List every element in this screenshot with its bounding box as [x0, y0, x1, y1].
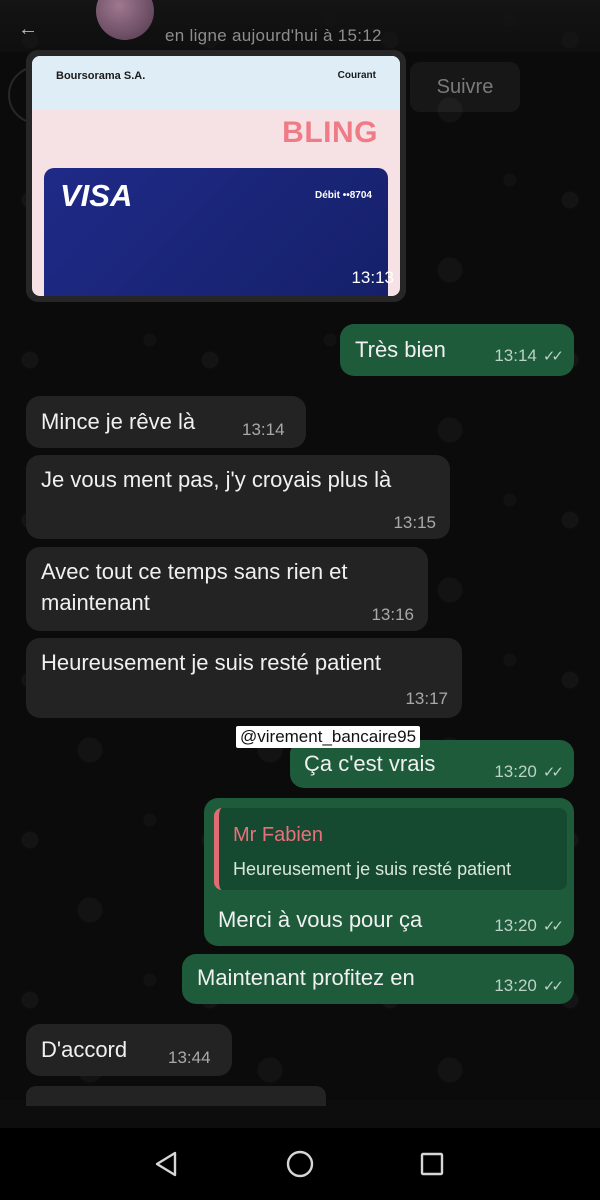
avatar[interactable] — [96, 0, 154, 40]
back-icon[interactable] — [148, 1146, 184, 1182]
account-type: Courant — [337, 70, 376, 81]
back-arrow-icon[interactable]: ← — [18, 18, 38, 41]
time-label: 13:20 — [494, 976, 537, 995]
message-outgoing-reply[interactable]: Mr Fabien Heureusement je suis resté pat… — [204, 798, 574, 946]
visa-logo: VISA — [60, 178, 133, 213]
message-time: 13:13 — [351, 268, 394, 287]
message-time: 13:44 — [168, 1048, 211, 1067]
message-time: 13:14 ✓✓ — [494, 346, 564, 367]
message-text: Merci à vous pour ça — [218, 907, 423, 932]
quoted-author: Mr Fabien — [233, 824, 324, 846]
message-incoming-partial[interactable] — [26, 1086, 326, 1106]
message-text: Maintenant profitez en — [197, 965, 415, 990]
time-label: 13:20 — [494, 916, 537, 935]
message-text: Ça c'est vrais — [304, 751, 436, 776]
read-ticks-icon: ✓✓ — [542, 918, 564, 935]
contact-status: en ligne aujourd'hui à 15:12 — [165, 26, 382, 45]
time-label: 13:20 — [494, 762, 537, 781]
recents-icon[interactable] — [414, 1146, 450, 1182]
home-icon[interactable] — [282, 1146, 318, 1182]
message-text: Heureusement je suis resté patient — [41, 650, 381, 675]
message-text: Très bien — [355, 337, 446, 362]
message-time: 13:14 — [242, 420, 285, 439]
quoted-text: Heureusement je suis resté patient — [233, 859, 512, 879]
chat-header: ← en ligne aujourd'hui à 15:12 — [0, 0, 600, 52]
image-message[interactable]: Boursorama S.A. Courant BLING VISA Débit… — [26, 50, 406, 302]
read-ticks-icon: ✓✓ — [542, 348, 564, 365]
message-time: 13:20 ✓✓ — [494, 916, 564, 937]
message-time: 13:17 — [405, 689, 448, 708]
visa-card: VISA Débit ••8704 — [44, 168, 388, 296]
message-incoming[interactable]: D'accord 13:44 — [26, 1024, 232, 1076]
read-ticks-icon: ✓✓ — [542, 978, 564, 995]
bank-card-screenshot: Boursorama S.A. Courant BLING VISA Débit… — [32, 56, 400, 296]
message-incoming[interactable]: Mince je rêve là 13:14 — [26, 396, 306, 448]
card-brand: BLING — [282, 116, 378, 149]
message-incoming[interactable]: Heureusement je suis resté patient 13:17 — [26, 638, 462, 718]
message-text: Avec tout ce temps sans rien et maintena… — [41, 559, 348, 615]
message-incoming[interactable]: Avec tout ce temps sans rien et maintena… — [26, 547, 428, 631]
message-text: Mince je rêve là — [41, 409, 196, 434]
watermark: @virement_bancaire95 — [236, 726, 421, 748]
card-number: Débit ••8704 — [314, 190, 372, 201]
message-outgoing[interactable]: Maintenant profitez en 13:20 ✓✓ — [182, 954, 574, 1004]
message-time: 13:20 ✓✓ — [494, 762, 564, 783]
message-text: D'accord — [41, 1037, 128, 1062]
message-time: 13:20 ✓✓ — [494, 976, 564, 997]
message-outgoing[interactable]: Très bien 13:14 ✓✓ — [340, 324, 574, 376]
bank-name: Boursorama S.A. — [56, 70, 146, 82]
message-time: 13:16 — [371, 605, 414, 624]
message-time: 13:15 — [393, 513, 436, 532]
card-header-strip: Boursorama S.A. Courant — [32, 56, 400, 110]
message-text: Je vous ment pas, j'y croyais plus là — [41, 467, 392, 492]
message-incoming[interactable]: Je vous ment pas, j'y croyais plus là 13… — [26, 455, 450, 539]
time-label: 13:14 — [494, 346, 537, 365]
quoted-message[interactable]: Mr Fabien Heureusement je suis resté pat… — [214, 808, 567, 890]
system-navigation-bar — [0, 1128, 600, 1200]
follow-button[interactable]: Suivre — [410, 62, 520, 112]
read-ticks-icon: ✓✓ — [542, 764, 564, 781]
